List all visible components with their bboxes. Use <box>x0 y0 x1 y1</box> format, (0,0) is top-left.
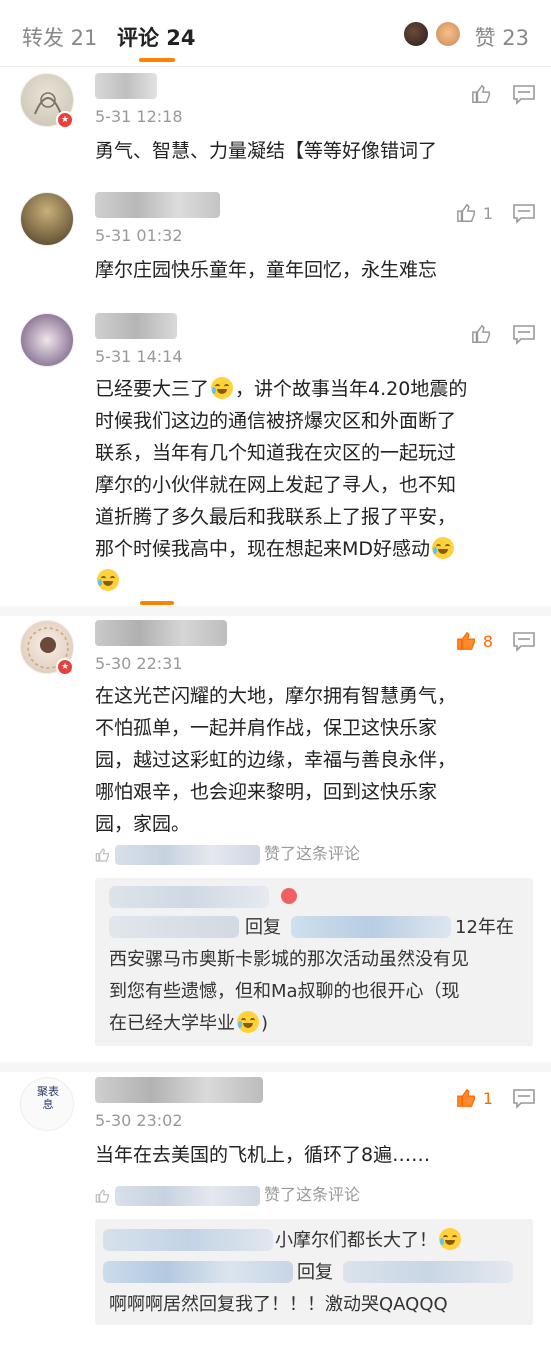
reply-text-part: 在已经大学毕业 <box>109 1013 235 1034</box>
avatar[interactable]: 聚表息 <box>20 1077 74 1131</box>
like-button[interactable] <box>471 83 493 107</box>
comment-text: 勇气、智慧、力量凝结【等等好像错词了 <box>95 140 438 162</box>
username-redacted[interactable] <box>95 620 227 646</box>
text-line: 哪怕艰辛，也会迎来黎明，回到这快乐家 <box>95 781 438 803</box>
comment-text: 在这光芒闪耀的大地，摩尔拥有智慧勇气， 不怕孤单，一起并肩作战，保卫这快乐家 园… <box>95 680 525 840</box>
liked-label: 赞了这条评论 <box>264 844 361 863</box>
like-button[interactable]: 1 <box>456 1087 493 1111</box>
comment-icon <box>513 325 535 345</box>
comment-icon <box>513 632 535 652</box>
like-count: 1 <box>482 1088 493 1108</box>
reply-text-line: 在已经大学毕业) <box>109 1011 269 1034</box>
verified-badge: ★ <box>56 658 74 676</box>
comment-icon <box>513 204 535 224</box>
liker-avatar[interactable] <box>402 20 430 48</box>
reply-text-line: 小摩尔们都长大了！ <box>275 1225 525 1257</box>
comment-time: 5-30 23:02 <box>95 1111 183 1130</box>
text-line: 道折腾了多久最后和我联系上了报了平安， <box>95 506 457 528</box>
text-line: 园，家园。 <box>95 813 191 835</box>
comment-icon <box>513 85 535 105</box>
redacted-author <box>115 1185 260 1206</box>
reply-text-line: 西安骡马市奥斯卡影城的那次活动虽然没有见 <box>109 949 469 970</box>
redacted-username <box>343 1261 513 1283</box>
like-count: 1 <box>482 203 493 223</box>
liked-label: 赞了这条评论 <box>264 1185 361 1204</box>
username-redacted[interactable] <box>95 313 177 339</box>
redacted-username <box>103 1229 273 1251</box>
tab-repost[interactable]: 转发 21 <box>22 22 97 52</box>
text-line: 在这光芒闪耀的大地，摩尔拥有智慧勇气， <box>95 685 457 707</box>
comment-icon <box>513 1089 535 1109</box>
verified-badge: ★ <box>56 111 74 129</box>
heart-emoji-icon <box>281 888 297 904</box>
active-tab-indicator <box>139 58 175 62</box>
text-line: 时候我们这边的通信被挤爆灾区和外面断了 <box>95 410 457 432</box>
laugh-cry-emoji-icon <box>211 377 234 399</box>
tab-likes[interactable]: 赞 23 <box>475 22 529 52</box>
reply-text-line: 啊啊啊居然回复我了！！！激动哭QAQQQ <box>109 1294 448 1315</box>
reply-button[interactable] <box>513 1089 535 1113</box>
laugh-cry-emoji-icon <box>237 1011 259 1033</box>
like-button[interactable]: 8 <box>456 630 493 654</box>
thumbs-up-icon <box>456 203 475 222</box>
avatar[interactable] <box>20 313 74 367</box>
thumbs-up-icon <box>472 84 491 103</box>
text-line: 不怕孤单，一起并肩作战，保卫这快乐家 <box>95 717 438 739</box>
divider <box>0 606 551 616</box>
reply-text-part: 小摩尔们都长大了！ <box>275 1230 437 1251</box>
redacted-username <box>291 916 451 938</box>
author-liked-note: 赞了这条评论 <box>95 840 360 865</box>
reply-button[interactable] <box>513 204 535 228</box>
text-line: 摩尔的小伙伴就在网上发起了寻人，也不知 <box>95 474 457 496</box>
thumbs-up-icon <box>472 324 491 343</box>
reply-text-part: 12年在 <box>455 917 514 938</box>
comment-time: 5-31 12:18 <box>95 107 183 126</box>
text-line: 已经要大三了 <box>95 378 210 400</box>
reply-text-line: 到您有些遗憾，但和Ma叔聊的也很开心（现 <box>109 981 460 1002</box>
text-line: 园，越过这彩虹的边缘，幸福与善良永伴， <box>95 749 457 771</box>
username-redacted[interactable] <box>95 192 220 218</box>
like-button[interactable] <box>471 323 493 347</box>
text-line: ，讲个故事当年4.20地震的 <box>235 378 468 400</box>
redacted-username <box>109 916 239 938</box>
like-button[interactable]: 1 <box>456 202 493 226</box>
redacted-username <box>103 1261 293 1283</box>
divider <box>0 1062 551 1072</box>
redacted-username <box>109 886 269 908</box>
section-indicator <box>140 601 174 605</box>
username-redacted[interactable] <box>95 73 157 99</box>
thumbs-up-filled-icon <box>457 1088 475 1107</box>
text-line: 那个时候我高中，现在想起来MD好感动 <box>95 538 431 560</box>
liker-avatar[interactable] <box>434 20 462 48</box>
laugh-cry-emoji-icon <box>439 1228 461 1250</box>
thumbs-up-filled-icon <box>457 631 475 650</box>
thumbs-up-icon <box>95 1188 109 1203</box>
comment-time: 5-31 01:32 <box>95 226 183 245</box>
comment-text: 摩尔庄园快乐童年，童年回忆，永生难忘 <box>95 259 438 281</box>
reply-button[interactable] <box>513 325 535 349</box>
comment-tab-bar: 转发 21 评论 24 赞 23 <box>0 0 551 67</box>
laugh-cry-emoji-icon <box>97 569 119 591</box>
comment-text: 当年在去美国的飞机上，循环了8遍…… <box>95 1144 431 1166</box>
comment-text: 已经要大三了 ，讲个故事当年4.20地震的 时候我们这边的通信被挤爆灾区和外面断了… <box>95 373 525 597</box>
reply-button[interactable] <box>513 85 535 109</box>
redacted-author <box>115 844 260 865</box>
comment-time: 5-31 14:14 <box>95 347 183 366</box>
avatar-calligraphy: 聚表息 <box>37 1085 59 1111</box>
comment-time: 5-30 22:31 <box>95 654 183 673</box>
laugh-cry-emoji-icon <box>432 537 455 559</box>
tab-comments[interactable]: 评论 24 <box>117 22 196 52</box>
author-liked-note: 赞了这条评论 <box>95 1181 360 1206</box>
username-redacted[interactable] <box>95 1077 263 1103</box>
reply-button[interactable] <box>513 632 535 656</box>
like-count: 8 <box>482 631 493 651</box>
reply-thread[interactable]: 回复 12年在 西安骡马市奥斯卡影城的那次活动虽然没有见 到您有些遗憾，但和Ma… <box>95 878 533 1046</box>
avatar[interactable] <box>20 192 74 246</box>
text-line: 联系，当年有几个知道我在灾区的一起玩过 <box>95 442 457 464</box>
reply-thread[interactable]: 小摩尔们都长大了！ 回复 啊啊啊居然回复我了！！！激动哭QAQQQ <box>95 1219 533 1325</box>
thumbs-up-icon <box>95 847 109 862</box>
